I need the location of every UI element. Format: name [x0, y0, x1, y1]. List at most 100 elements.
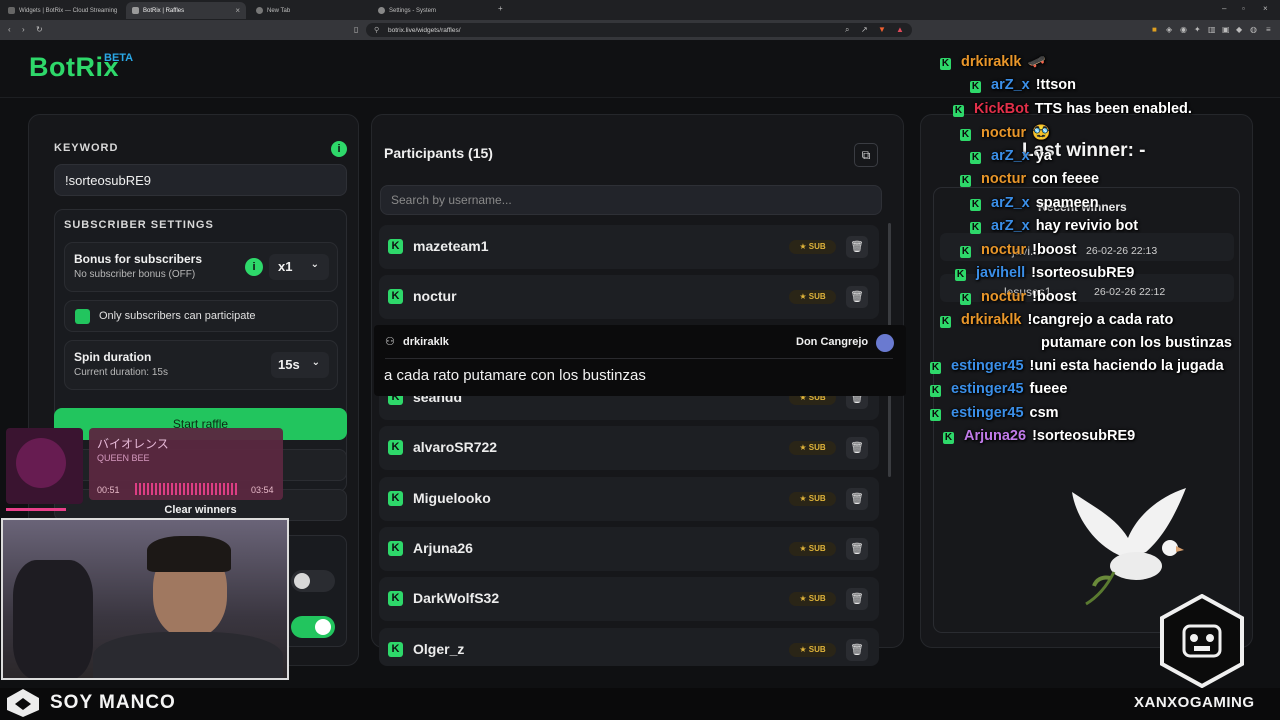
extensions-puzzle-icon[interactable]: ✦	[1194, 25, 1201, 35]
kick-icon: K	[930, 409, 941, 421]
close-tab-icon[interactable]: ×	[235, 6, 240, 15]
chat-username: noctur	[981, 171, 1027, 187]
chat-message: Kestinger45 csm	[930, 405, 1059, 421]
wallet-icon[interactable]: ▣	[1222, 25, 1230, 35]
vpn-icon[interactable]: ◆	[1236, 25, 1242, 35]
profile-icon[interactable]: ◍	[1250, 25, 1257, 35]
chat-text: TTS has been enabled.	[1034, 101, 1192, 117]
bonus-title: Bonus for subscribers	[74, 252, 203, 266]
copy-icon[interactable]: ⧉	[854, 143, 878, 167]
only-subs-label: Only subscribers can participate	[99, 310, 256, 322]
chat-username: noctur	[981, 289, 1027, 305]
toggle-on[interactable]	[291, 616, 335, 638]
tab-new[interactable]: New Tab	[250, 2, 368, 19]
chat-message: Kjavihell !sorteosubRE9	[955, 265, 1134, 281]
forward-icon[interactable]: ›	[22, 25, 25, 35]
chat-username: arZ_x	[991, 148, 1030, 164]
reload-icon[interactable]: ↻	[36, 25, 43, 35]
tab-favicon-icon	[8, 7, 15, 14]
chat-username: arZ_x	[991, 77, 1030, 93]
delete-icon[interactable]: 🗑	[846, 437, 868, 459]
participants-title: Participants (15)	[384, 145, 493, 161]
chat-text: ya	[1035, 148, 1052, 164]
chat-username: drkiraklk	[961, 54, 1022, 70]
chair	[13, 560, 93, 678]
chat-message: Kestinger45 fueee	[930, 381, 1067, 397]
bookmark-icon[interactable]: ▯	[354, 25, 358, 35]
participant-name: DarkWolfS32	[413, 590, 500, 606]
brave-shield-icon[interactable]: ▼	[878, 25, 886, 35]
toggle-off[interactable]	[291, 570, 335, 592]
only-subs-checkbox[interactable]	[75, 309, 90, 324]
delete-icon[interactable]: 🗑	[846, 538, 868, 560]
address-bar[interactable]: ⚲ botrix.live/widgets/raffles/	[366, 23, 912, 37]
minimize-icon[interactable]: –	[1222, 4, 1226, 14]
participant-row: K Olger_z ★ SUB 🗑	[379, 628, 879, 666]
stream-bottom-bar: SOY MANCO XANXOGAMING	[0, 688, 1280, 720]
delete-icon[interactable]: 🗑	[846, 286, 868, 308]
bonus-multiplier-select[interactable]: x1 ⌄	[269, 254, 329, 280]
maximize-icon[interactable]: ▫	[1242, 4, 1245, 14]
gear-icon	[378, 7, 385, 14]
share-icon[interactable]: ↗	[861, 25, 868, 35]
chat-username: estinger45	[951, 405, 1024, 421]
participant-name: alvaroSR722	[413, 439, 498, 455]
tab-settings[interactable]: Settings - System	[372, 2, 492, 19]
extension-icon[interactable]: ◈	[1166, 25, 1172, 35]
chat-message: putamare con los bustinzas	[1041, 335, 1232, 351]
tab-raffles[interactable]: BotRix | Raffles ×	[126, 2, 246, 19]
chat-username: noctur	[981, 242, 1027, 258]
delete-icon[interactable]: 🗑	[846, 639, 868, 661]
close-window-icon[interactable]: ×	[1263, 4, 1268, 14]
new-tab-icon[interactable]: +	[498, 4, 503, 14]
chat-message: Knoctur 🥸	[960, 124, 1050, 141]
kick-icon: K	[388, 440, 403, 455]
chat-message: Kestinger45 !uni esta haciendo la jugada	[930, 358, 1224, 374]
kick-icon: K	[940, 316, 951, 328]
sub-badge: ★ SUB	[789, 643, 836, 657]
delete-icon[interactable]: 🗑	[846, 488, 868, 510]
album-art	[6, 428, 83, 504]
info-icon[interactable]: i	[331, 141, 347, 157]
participant-name: Arjuna26	[413, 540, 473, 556]
streamer-logo-icon	[7, 689, 39, 717]
delete-icon[interactable]: 🗑	[846, 236, 868, 258]
beta-badge: BETA	[104, 52, 134, 64]
delete-icon[interactable]: 🗑	[846, 588, 868, 610]
chat-message: Knoctur con feeee	[960, 171, 1099, 187]
chat-message: K KickBot TTS has been enabled.	[953, 101, 1192, 117]
popup-message: a cada rato putamare con los bustinzas	[384, 367, 646, 384]
tab-widgets[interactable]: Widgets | BotRix — Cloud Streaming	[2, 2, 120, 19]
chat-text: !boost	[1032, 289, 1077, 305]
info-icon[interactable]: i	[245, 258, 263, 276]
elapsed-time: 00:51	[97, 485, 120, 495]
menu-icon[interactable]: ≡	[1266, 25, 1271, 35]
site-info-icon[interactable]: ⚲	[374, 26, 379, 34]
participant-row: K DarkWolfS32 ★ SUB 🗑	[379, 577, 879, 621]
sidebar-icon[interactable]: ▥	[1208, 25, 1216, 35]
participant-name: Olger_z	[413, 641, 465, 657]
extension-icon[interactable]: ■	[1152, 25, 1157, 35]
chat-message: KarZ_x hay revivio bot	[970, 218, 1138, 234]
keyword-input[interactable]: !sorteosubRE9	[54, 164, 347, 196]
participant-name: noctur	[413, 288, 457, 304]
chat-text: 🛹	[1027, 54, 1046, 70]
rewards-icon[interactable]: ▲	[896, 25, 904, 35]
music-widget: バイオレンス QUEEN BEE 00:51 03:54	[6, 428, 283, 511]
chat-text: !sorteosubRE9	[1032, 428, 1136, 444]
spin-duration-setting: Spin duration Current duration: 15s 15s …	[64, 340, 338, 390]
chat-username: arZ_x	[991, 218, 1030, 234]
zoom-icon[interactable]: ⌕	[845, 25, 849, 35]
winner-time: 26-02-26 22:12	[1094, 286, 1166, 298]
kick-icon: K	[930, 362, 941, 374]
extension-icon[interactable]: ◉	[1180, 25, 1187, 35]
site-header: BotRix BETA	[0, 40, 1280, 98]
participant-search-input[interactable]: Search by username...	[380, 185, 882, 215]
chat-text: !ttson	[1035, 77, 1076, 93]
spin-duration-select[interactable]: 15s ⌄	[271, 352, 329, 378]
sub-badge: ★ SUB	[789, 290, 836, 304]
kick-icon: K	[970, 81, 981, 93]
chat-username: noctur	[981, 125, 1027, 141]
song-title: バイオレンス	[97, 437, 169, 451]
back-icon[interactable]: ‹	[8, 25, 11, 35]
